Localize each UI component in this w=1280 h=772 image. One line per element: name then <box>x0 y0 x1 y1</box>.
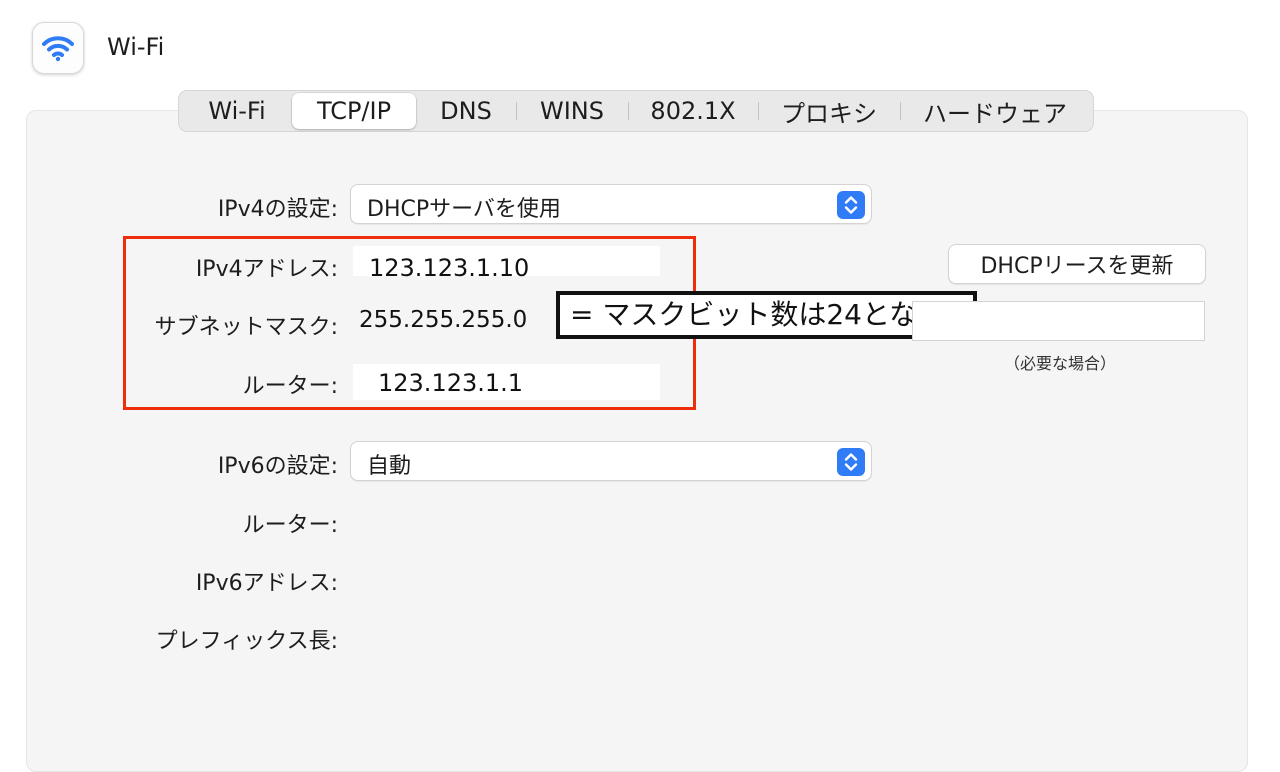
tab-wifi[interactable]: Wi-Fi <box>182 93 292 129</box>
ipv4-config-label: IPv4の設定: <box>217 197 338 222</box>
tab-8021x[interactable]: 802.1X <box>628 93 758 129</box>
wifi-app-icon <box>32 22 84 74</box>
tab-tcpip[interactable]: TCP/IP <box>292 93 416 129</box>
tab-dns[interactable]: DNS <box>416 93 516 129</box>
tab-wins[interactable]: WINS <box>516 93 628 129</box>
tab-hardware[interactable]: ハードウェア <box>900 93 1090 129</box>
select-stepper-icon <box>837 191 865 219</box>
ipv6-address-label: IPv6アドレス: <box>195 571 338 596</box>
window-title: Wi-Fi <box>107 33 165 61</box>
ipv6-router-label: ルーター: <box>242 513 338 538</box>
tab-proxy[interactable]: プロキシ <box>758 93 900 129</box>
dhcp-client-id-hint: （必要な場合） <box>1004 354 1117 373</box>
ipv6-config-value: 自動 <box>367 454 412 479</box>
tab-bar: Wi-Fi TCP/IP DNS WINS 802.1X プロキシ ハードウェア <box>178 90 1094 132</box>
dhcp-client-id-input[interactable] <box>912 301 1205 341</box>
wifi-icon <box>42 36 74 62</box>
ipv4-config-select[interactable]: DHCPサーバを使用 <box>350 184 872 224</box>
ipv6-config-select[interactable]: 自動 <box>350 441 872 481</box>
select-stepper-icon <box>837 448 865 476</box>
ipv6-config-label: IPv6の設定: <box>217 454 338 479</box>
ipv6-prefix-label: プレフィックス長: <box>155 629 338 654</box>
ipv4-config-value: DHCPサーバを使用 <box>367 197 561 222</box>
renew-dhcp-lease-button[interactable]: DHCPリースを更新 <box>948 244 1206 284</box>
